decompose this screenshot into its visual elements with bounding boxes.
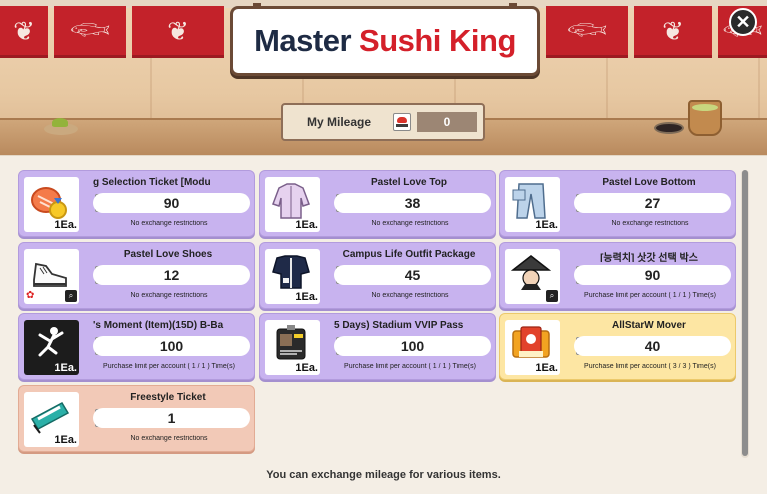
item-card[interactable]: ⌕ [능력치] 삿갓 선택 박스 90 Purchase limit per a… (499, 242, 736, 309)
item-name: Freestyle Ticket (130, 392, 206, 403)
item-card[interactable]: 1Ea. Freestyle Ticket 1 No exchange rest… (18, 385, 255, 452)
item-card[interactable]: 1Ea. Pastel Love Bottom 27 No exchange r… (499, 170, 736, 237)
tea-cup-icon (688, 100, 722, 136)
item-card[interactable]: ✿ ⌕ Pastel Love Shoes 12 No exchange res… (18, 242, 255, 309)
fish-icon: 𓆟 (566, 13, 608, 47)
card-pack-icon (512, 326, 550, 358)
fish-icon: 𓆟 (69, 13, 111, 47)
item-price: 40 (574, 336, 731, 356)
item-name: Pastel Love Shoes (123, 249, 213, 260)
item-limit: No exchange restrictions (130, 435, 208, 442)
item-price: 38 (334, 193, 491, 213)
item-limit: Purchase limit per account ( 1 / 1 ) Tim… (584, 292, 716, 299)
item-quantity: 1Ea. (535, 362, 558, 374)
sushi-medal-icon (31, 187, 67, 219)
item-thumbnail: 1Ea. (505, 177, 560, 232)
noren-curtain: 𓆟 (546, 6, 628, 58)
sushi-coin-icon (393, 113, 411, 131)
item-name: g Selection Ticket [Modu (93, 177, 211, 188)
title-part-master: Master (254, 23, 352, 58)
dunk-player-icon (38, 327, 64, 357)
item-price: 90 (93, 193, 250, 213)
item-price: 100 (334, 336, 491, 356)
wasabi-dish-icon (44, 118, 78, 135)
mileage-value: 0 (417, 112, 477, 132)
freestyle-ticket-icon (30, 402, 70, 434)
page-title: Master Sushi King (230, 3, 540, 76)
item-name: [능력치] 삿갓 선택 박스 (600, 253, 698, 262)
item-quantity: 1Ea. (295, 219, 318, 231)
item-card[interactable]: 1Ea. AllStarW Mover 40 Purchase limit pe… (499, 313, 736, 380)
close-button[interactable]: ✕ (729, 8, 757, 36)
item-thumbnail: 1Ea. (24, 392, 79, 447)
item-price: 90 (574, 265, 731, 285)
item-card[interactable]: 1Ea. 's Moment (Item)(15D) B-Ba 100 Purc… (18, 313, 255, 380)
item-price: 27 (574, 193, 731, 213)
title-part-sushi-king: Sushi King (359, 23, 516, 58)
item-quantity: 1Ea. (535, 219, 558, 231)
item-name: Pastel Love Bottom (602, 177, 696, 188)
item-limit: No exchange restrictions (130, 220, 208, 227)
item-thumbnail: 1Ea. (24, 320, 79, 375)
item-card[interactable]: 1Ea. Campus Life Outfit Package 45 No ex… (259, 242, 496, 309)
noren-curtain: ❦ (0, 6, 48, 58)
item-thumbnail: ⌕ (505, 249, 560, 304)
item-limit: Purchase limit per account ( 3 / 3 ) Tim… (584, 363, 716, 370)
jeans-icon (512, 183, 546, 219)
item-quantity: 1Ea. (295, 362, 318, 374)
item-limit: No exchange restrictions (371, 220, 449, 227)
jacket-icon (272, 183, 310, 219)
item-quantity: 1Ea. (54, 219, 77, 231)
sneaker-icon (33, 262, 67, 287)
soy-sauce-icon (654, 122, 684, 134)
wave-fan-icon: ❦ (167, 15, 189, 46)
item-card[interactable]: 1Ea. g Selection Ticket [Modu 90 No exch… (18, 170, 255, 237)
shop-header: ❦ 𓆟 ❦ 𓆟 ❦ 𓆟 Master Sushi King My Mileage… (0, 0, 767, 155)
item-name: Campus Life Outfit Package (342, 249, 476, 260)
wave-fan-icon: ❦ (662, 15, 684, 46)
item-price: 45 (334, 265, 491, 285)
item-thumbnail: ✿ ⌕ (24, 249, 79, 304)
scrollbar-thumb[interactable] (742, 170, 748, 456)
magnify-icon[interactable]: ⌕ (65, 290, 77, 302)
wave-fan-icon: ❦ (13, 15, 35, 46)
item-limit: No exchange restrictions (130, 292, 208, 299)
item-thumbnail: 1Ea. (265, 320, 320, 375)
footer-message: You can exchange mileage for various ite… (266, 469, 501, 481)
noren-curtain: ❦ (132, 6, 224, 58)
item-thumbnail: 1Ea. (265, 249, 320, 304)
item-card[interactable]: 1Ea. 5 Days) Stadium VVIP Pass 100 Purch… (259, 313, 496, 380)
item-limit: Purchase limit per account ( 1 / 1 ) Tim… (103, 363, 235, 370)
noren-curtain: ❦ (634, 6, 712, 58)
item-thumbnail: 1Ea. (24, 177, 79, 232)
item-limit: No exchange restrictions (371, 292, 449, 299)
item-card[interactable]: 1Ea. Pastel Love Top 38 No exchange rest… (259, 170, 496, 237)
item-price: 100 (93, 336, 250, 356)
item-price: 1 (93, 408, 250, 428)
item-name: 5 Days) Stadium VVIP Pass (334, 320, 464, 331)
item-name: Pastel Love Top (371, 177, 447, 188)
item-limit: Purchase limit per account ( 1 / 1 ) Tim… (344, 363, 476, 370)
item-quantity: 1Ea. (295, 291, 318, 303)
item-limit: No exchange restrictions (611, 220, 689, 227)
item-price: 12 (93, 265, 250, 285)
close-icon: ✕ (735, 11, 751, 32)
item-thumbnail: 1Ea. (265, 177, 320, 232)
magnify-icon[interactable]: ⌕ (546, 290, 558, 302)
vip-pass-icon (276, 325, 306, 360)
item-name: AllStarW Mover (612, 320, 686, 331)
item-thumbnail: 1Ea. (505, 320, 560, 375)
red-flower-icon: ✿ (26, 290, 35, 301)
item-name: 's Moment (Item)(15D) B-Ba (93, 320, 224, 331)
item-quantity: 1Ea. (54, 434, 77, 446)
item-quantity: 1Ea. (54, 362, 77, 374)
mileage-label: My Mileage (307, 115, 372, 129)
my-mileage-panel: My Mileage 0 (281, 103, 485, 141)
straw-hat-icon (511, 255, 551, 290)
outfit-icon (272, 255, 310, 289)
noren-curtain: 𓆟 (54, 6, 126, 58)
